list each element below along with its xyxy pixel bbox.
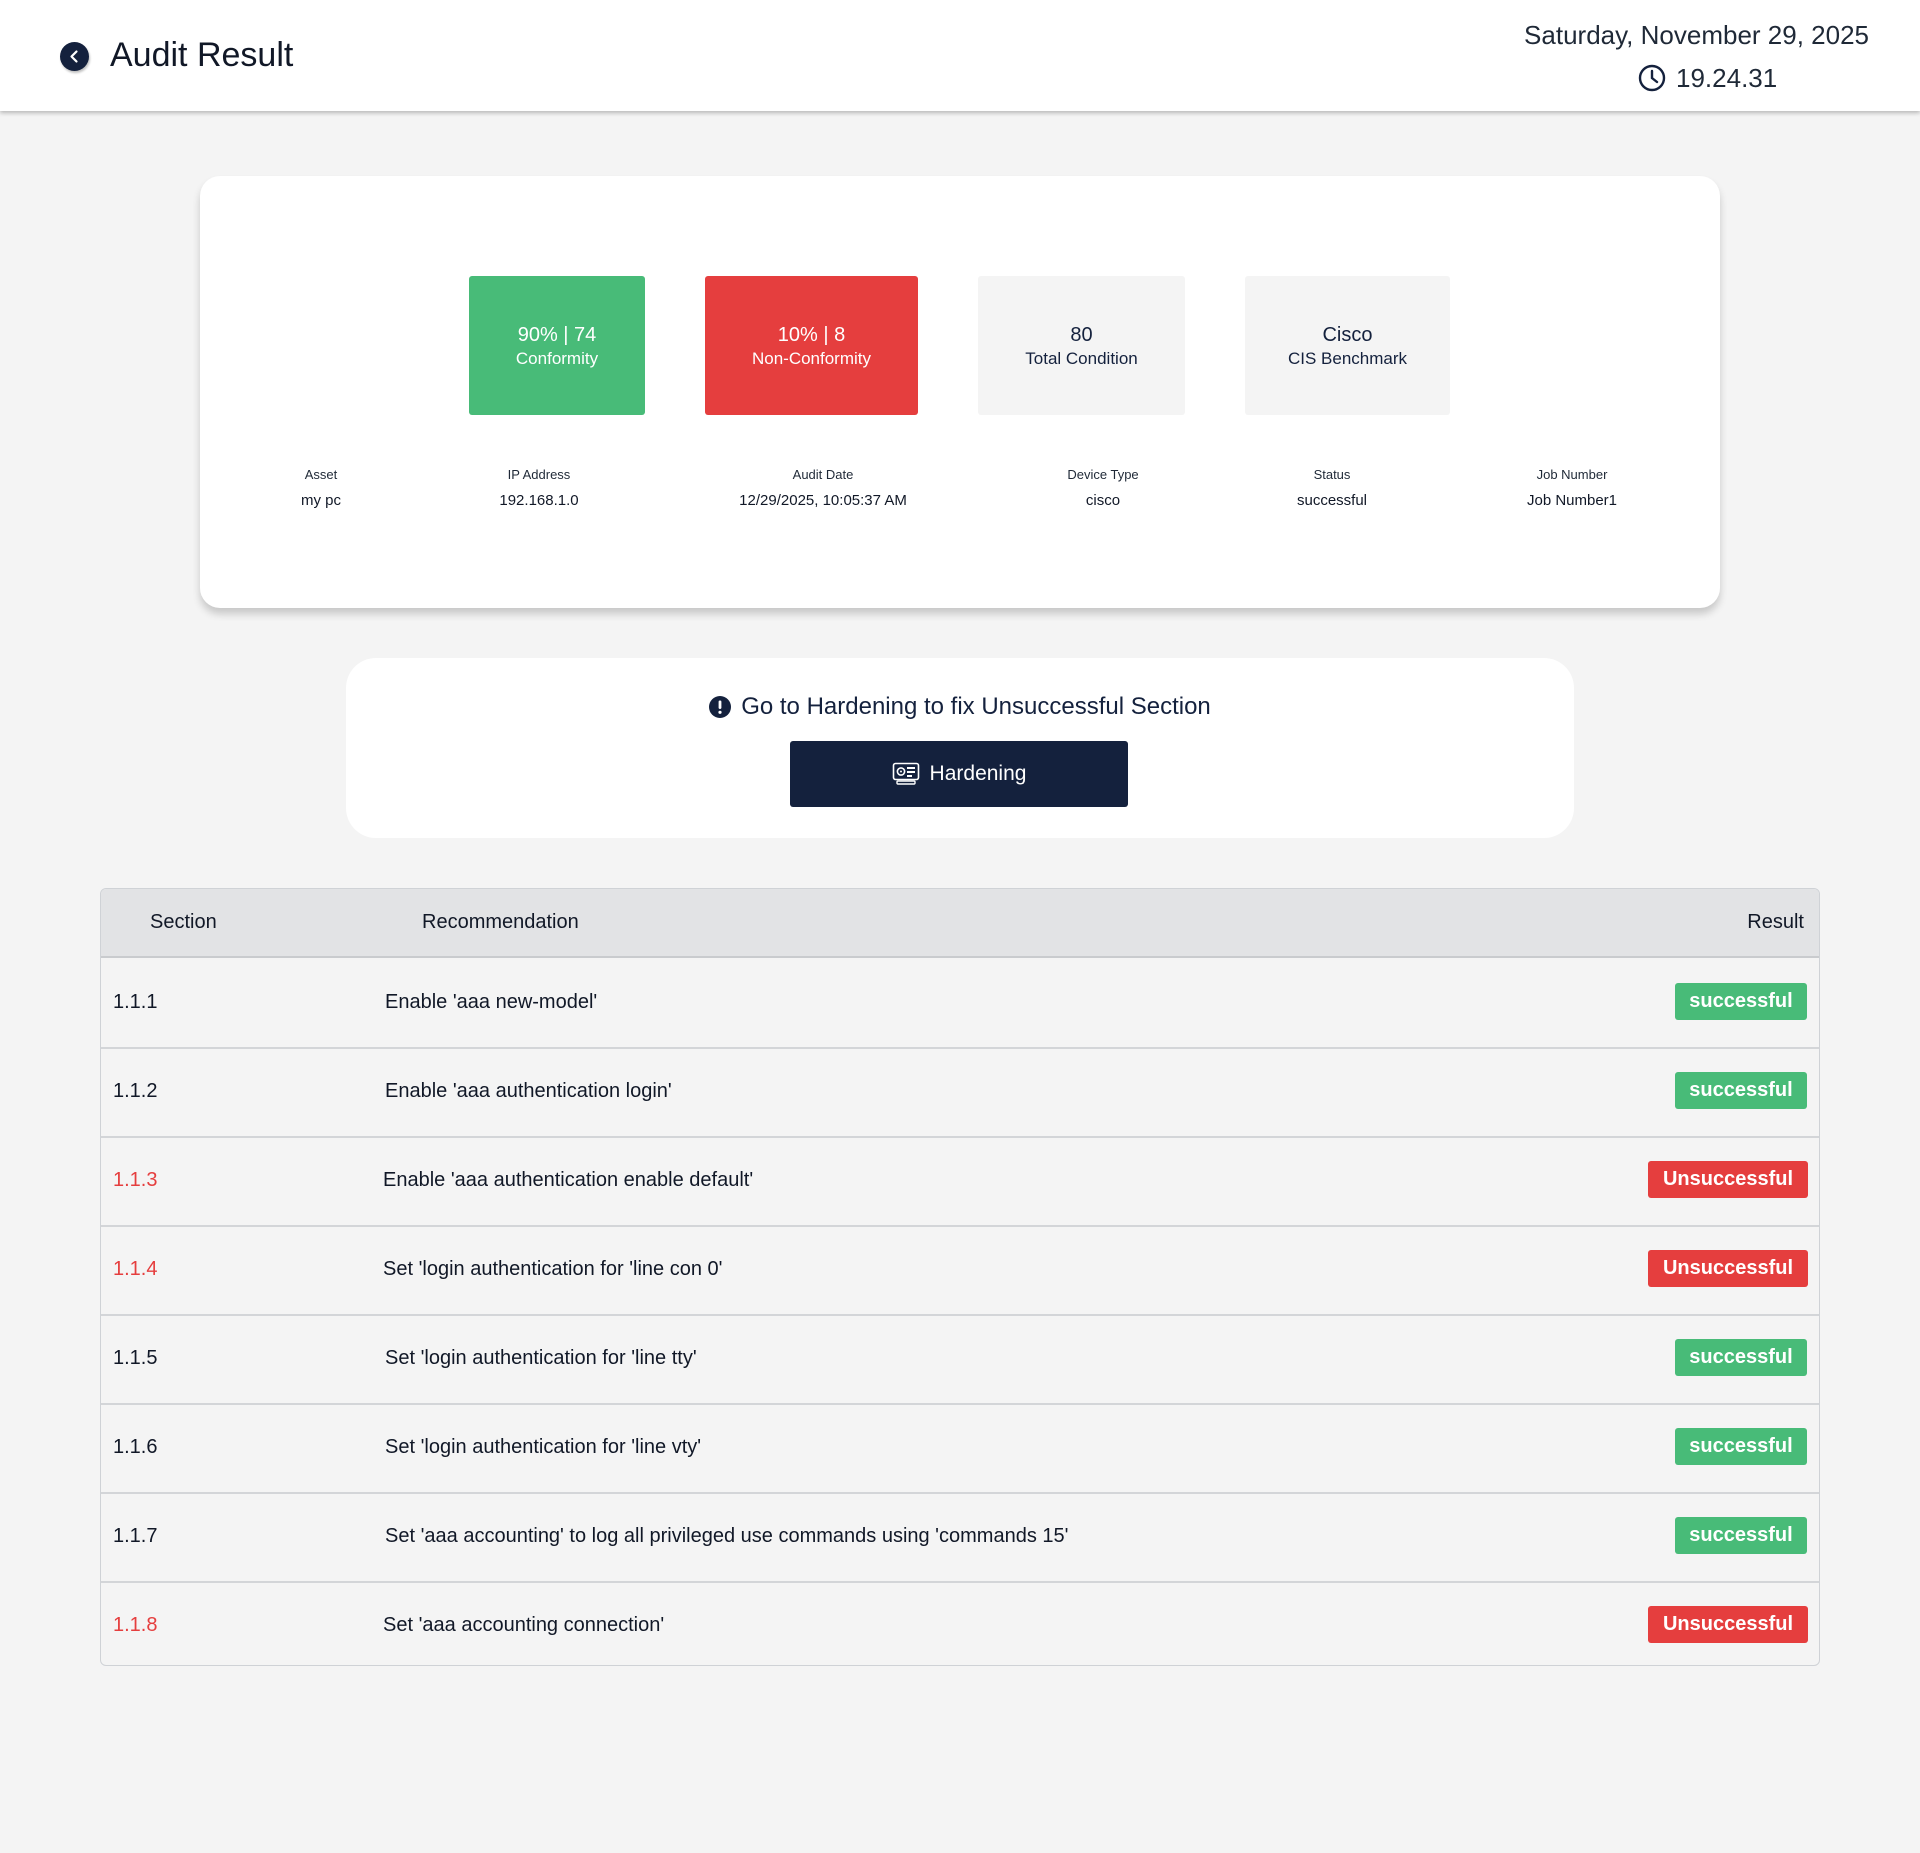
- asset-value: my pc: [300, 492, 342, 509]
- row-recommendation: Set 'aaa accounting' to log all privileg…: [385, 1525, 1069, 1547]
- row-recommendation: Set 'aaa accounting connection': [383, 1614, 665, 1636]
- machine-icon: [892, 762, 919, 785]
- top-bar: Audit Result Saturday, November 29, 2025…: [0, 0, 1920, 111]
- non-conformity-value: 10% | 8: [777, 323, 846, 346]
- device-type-label: Device Type: [1067, 467, 1139, 482]
- row-recommendation: Enable 'aaa authentication enable defaul…: [383, 1169, 754, 1191]
- table-header: Section Recommendation Result: [101, 889, 1819, 958]
- benchmark-label: CIS Benchmark: [1287, 348, 1408, 368]
- info-device-type: Device Type cisco: [1067, 466, 1138, 514]
- current-date: Saturday, November 29, 2025: [1524, 20, 1869, 50]
- conformity-value: 90% | 74: [517, 323, 597, 346]
- row-recommendation: Set 'login authentication for 'line con …: [383, 1258, 723, 1280]
- hardening-notice: Go to Hardening to fix Unsuccessful Sect…: [346, 658, 1574, 838]
- ip-address-label: IP Address: [507, 467, 571, 482]
- row-section: 1.1.6: [113, 1436, 158, 1458]
- hardening-button[interactable]: Hardening: [790, 741, 1128, 807]
- unsuccessful-badge: Unsuccessful: [1648, 1161, 1808, 1198]
- row-section: 1.1.7: [113, 1525, 158, 1547]
- row-section: 1.1.5: [113, 1347, 158, 1369]
- row-section: 1.1.2: [113, 1080, 158, 1102]
- total-condition-value: 80: [1070, 323, 1093, 346]
- successful-badge: successful: [1675, 1517, 1807, 1554]
- audit-results-table: Section Recommendation Result 1.1.1 Enabl…: [100, 888, 1820, 1666]
- benchmark-value: Cisco: [1322, 323, 1373, 346]
- row-section: 1.1.1: [113, 991, 158, 1013]
- benchmark-card: Cisco CIS Benchmark: [1245, 276, 1450, 415]
- row-recommendation: Set 'login authentication for 'line tty': [385, 1347, 697, 1369]
- row-section: 1.1.3: [113, 1169, 158, 1191]
- job-number-label: Job Number: [1536, 467, 1608, 482]
- info-asset: Asset my pc: [301, 466, 341, 514]
- non-conformity-label: Non-Conformity: [751, 348, 872, 368]
- table-row[interactable]: 1.1.8 Set 'aaa accounting connection' Unsu…: [101, 1581, 1819, 1665]
- row-recommendation: Set 'login authentication for 'line vty': [385, 1436, 702, 1458]
- audit-date-value: 12/29/2025, 10:05:37 AM: [739, 492, 907, 509]
- chevron-left-icon: [70, 50, 78, 63]
- info-status: Status successful: [1297, 466, 1367, 514]
- notice-line: Go to Hardening to fix Unsuccessful Sect…: [346, 693, 1574, 721]
- successful-badge: successful: [1675, 1428, 1807, 1465]
- conformity-label: Conformity: [515, 348, 599, 368]
- successful-badge: successful: [1675, 1339, 1807, 1376]
- status-label: Status: [1313, 467, 1351, 482]
- device-type-value: cisco: [1085, 492, 1121, 509]
- back-button[interactable]: [60, 42, 89, 71]
- header-recommendation[interactable]: Recommendation: [422, 911, 579, 934]
- unsuccessful-badge: Unsuccessful: [1648, 1606, 1808, 1643]
- total-condition-card: 80 Total Condition: [978, 276, 1185, 415]
- ip-address-value: 192.168.1.0: [499, 492, 579, 509]
- header-result[interactable]: Result: [1747, 911, 1804, 934]
- table-row[interactable]: 1.1.2 Enable 'aaa authentication login' su…: [101, 1047, 1819, 1138]
- page-title: Audit Result: [110, 36, 294, 74]
- info-audit-date: Audit Date 12/29/2025, 10:05:37 AM: [739, 466, 907, 514]
- asset-label: Asset: [304, 467, 338, 482]
- successful-badge: successful: [1675, 983, 1807, 1020]
- hardening-button-label: Hardening: [929, 762, 1027, 785]
- time-label: 19.24.31: [1676, 62, 1778, 93]
- audit-date-label: Audit Date: [792, 467, 854, 482]
- table-row[interactable]: 1.1.5 Set 'login authentication for 'line…: [101, 1314, 1819, 1405]
- exclamation-circle-icon: [709, 696, 732, 718]
- table-row[interactable]: 1.1.7 Set 'aaa accounting' to log all pri…: [101, 1492, 1819, 1583]
- row-recommendation: Enable 'aaa new-model': [385, 991, 598, 1013]
- current-time: 19.24.31: [1638, 62, 1777, 94]
- row-recommendation: Enable 'aaa authentication login': [385, 1080, 672, 1102]
- unsuccessful-badge: Unsuccessful: [1648, 1250, 1808, 1287]
- row-section: 1.1.8: [113, 1614, 158, 1636]
- status-value: successful: [1296, 492, 1368, 509]
- table-row[interactable]: 1.1.6 Set 'login authentication for 'line…: [101, 1403, 1819, 1494]
- table-row[interactable]: 1.1.3 Enable 'aaa authentication enable d…: [101, 1136, 1819, 1227]
- successful-badge: successful: [1675, 1072, 1807, 1109]
- total-condition-label: Total Condition: [1025, 348, 1138, 368]
- notice-text: Go to Hardening to fix Unsuccessful Sect…: [741, 693, 1211, 720]
- non-conformity-card: 10% | 8 Non-Conformity: [705, 276, 918, 415]
- table-row[interactable]: 1.1.1 Enable 'aaa new-model' successful: [101, 958, 1819, 1049]
- conformity-card: 90% | 74 Conformity: [469, 276, 645, 415]
- job-number-value: Job Number1: [1526, 492, 1618, 509]
- summary-card: 90% | 74 Conformity 10% | 8 Non-Conformi…: [200, 176, 1720, 608]
- header-section[interactable]: Section: [150, 911, 217, 934]
- table-row[interactable]: 1.1.4 Set 'login authentication for 'line…: [101, 1225, 1819, 1316]
- row-section: 1.1.4: [113, 1258, 158, 1280]
- info-ip-address: IP Address 192.168.1.0: [499, 466, 578, 514]
- info-job-number: Job Number Job Number1: [1527, 466, 1617, 514]
- clock-icon: [1638, 64, 1666, 92]
